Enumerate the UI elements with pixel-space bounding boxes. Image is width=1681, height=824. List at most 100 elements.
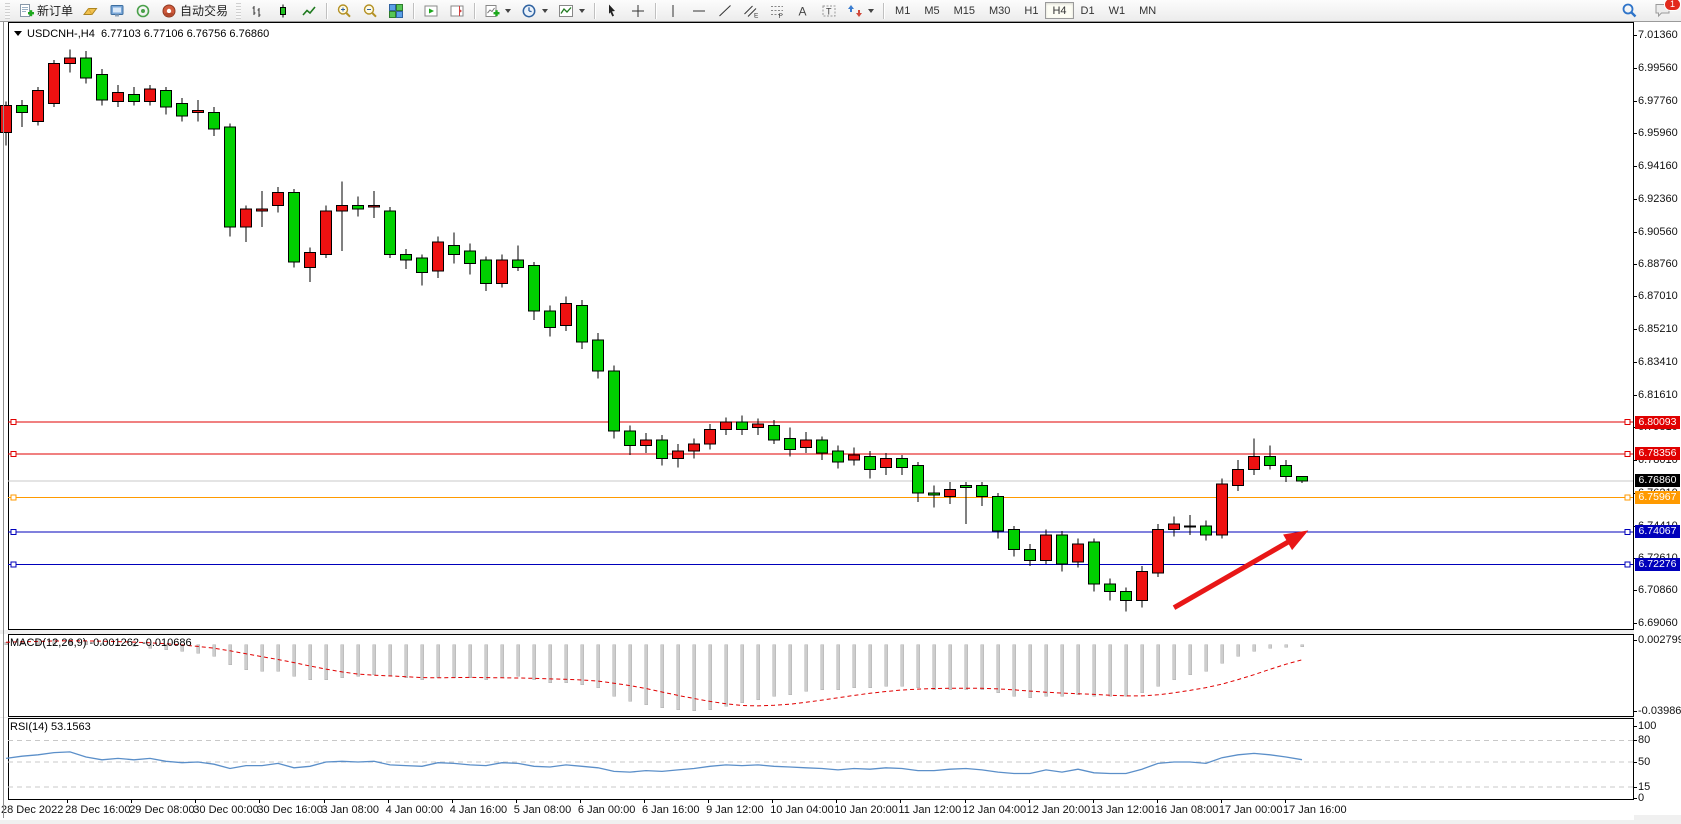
crosshair-tool-button[interactable] — [625, 2, 651, 20]
timeframe-button-w1[interactable]: W1 — [1102, 2, 1133, 19]
line-handle[interactable] — [11, 562, 16, 567]
dropdown-arrow-icon — [579, 9, 585, 13]
y-axis-tick-label: 6.99560 — [1638, 62, 1678, 74]
bar-chart-mode-button[interactable] — [244, 2, 270, 20]
candle-body — [129, 94, 140, 101]
auto-scroll-button[interactable] — [418, 2, 444, 20]
symbol-dropdown-icon[interactable] — [14, 31, 22, 36]
trend-arrow-line[interactable] — [1174, 539, 1293, 607]
price-line-tag[interactable]: 6.75967 — [1635, 491, 1680, 504]
toolbar-grip[interactable] — [236, 3, 241, 19]
price-line-tag[interactable]: 6.72276 — [1635, 558, 1680, 571]
label-tool-button[interactable]: T — [816, 2, 842, 20]
trend-arrow-head[interactable] — [1283, 530, 1308, 550]
candlestick-icon — [275, 3, 291, 19]
timeframe-button-m15[interactable]: M15 — [947, 2, 982, 19]
macd-histogram-bar — [709, 645, 712, 710]
autotrading-button[interactable]: 自动交易 — [156, 2, 233, 20]
line-chart-mode-button[interactable] — [296, 2, 322, 20]
y-axis-tick-label: 7.01360 — [1638, 29, 1678, 41]
timeframe-button-h4[interactable]: H4 — [1045, 2, 1073, 19]
vertical-line-tool-button[interactable] — [660, 2, 686, 20]
y-axis-tick-label: 6.85210 — [1638, 323, 1678, 335]
candle-body — [961, 486, 972, 488]
new-chart-button[interactable] — [479, 2, 516, 20]
fibonacci-tool-button[interactable]: F — [764, 2, 790, 20]
tile-windows-icon — [388, 3, 404, 19]
line-handle[interactable] — [1625, 451, 1630, 456]
templates-button[interactable] — [553, 2, 590, 20]
candle-body — [497, 260, 508, 284]
rsi-indicator-panel[interactable] — [0, 718, 1634, 800]
text-tool-button[interactable]: A — [790, 2, 816, 20]
timeframe-button-mn[interactable]: MN — [1132, 2, 1163, 19]
price-axis[interactable]: 7.013606.995606.977606.959606.941606.923… — [1634, 22, 1681, 815]
vertical-line-icon — [665, 3, 681, 19]
candle-body — [833, 451, 844, 462]
x-axis-tick — [1285, 800, 1286, 803]
main-price-chart[interactable] — [0, 22, 1634, 630]
periods-button[interactable] — [516, 2, 553, 20]
line-handle[interactable] — [1625, 562, 1630, 567]
market-watch-button[interactable] — [78, 2, 104, 20]
candle-body — [1169, 524, 1180, 529]
macd-histogram-bar — [453, 645, 456, 678]
x-axis-tick — [516, 800, 517, 803]
macd-indicator-panel[interactable] — [0, 634, 1634, 717]
candle-body — [401, 255, 412, 260]
timeframe-button-m30[interactable]: M30 — [982, 2, 1017, 19]
candle-body — [305, 253, 316, 268]
shapes-tool-button[interactable] — [842, 2, 879, 20]
macd-histogram-bar — [309, 645, 312, 680]
line-handle[interactable] — [11, 529, 16, 534]
equidistant-channel-icon: E — [743, 3, 759, 19]
x-axis-tick — [772, 800, 773, 803]
terminal-button[interactable] — [104, 2, 130, 20]
price-line-tag[interactable]: 6.78356 — [1635, 447, 1680, 460]
candle-body — [545, 311, 556, 327]
mt4-window: 新订单 自动交易 — [0, 0, 1681, 824]
macd-histogram-bar — [1125, 645, 1128, 697]
time-axis[interactable]: 28 Dec 202228 Dec 16:0029 Dec 08:0030 De… — [0, 800, 1634, 820]
horizontal-line-tool-button[interactable] — [686, 2, 712, 20]
macd-histogram-bar — [965, 645, 968, 690]
zoom-out-button[interactable] — [357, 2, 383, 20]
timeframe-button-h1[interactable]: H1 — [1017, 2, 1045, 19]
new-chart-icon — [484, 3, 500, 19]
macd-histogram-bar — [1173, 645, 1176, 680]
timeframe-button-m1[interactable]: M1 — [888, 2, 917, 19]
chart-shift-button[interactable] — [444, 2, 470, 20]
y-axis-tick-label: 6.70860 — [1638, 584, 1678, 596]
main-toolbar: 新订单 自动交易 — [0, 0, 1681, 22]
timeframe-toolbar: M1M5M15M30H1H4D1W1MN — [888, 2, 1163, 19]
channel-tool-button[interactable]: E — [738, 2, 764, 20]
line-handle[interactable] — [11, 495, 16, 500]
notifications-button[interactable]: 1 — [1649, 1, 1677, 19]
toolbar-grip[interactable] — [5, 3, 10, 19]
price-line-tag[interactable]: 6.74067 — [1635, 525, 1680, 538]
news-button[interactable] — [130, 2, 156, 20]
trendline-tool-button[interactable] — [712, 2, 738, 20]
candle-body — [145, 89, 156, 102]
tile-windows-button[interactable] — [383, 2, 409, 20]
line-handle[interactable] — [11, 420, 16, 425]
macd-histogram-bar — [1237, 645, 1240, 657]
timeframe-button-d1[interactable]: D1 — [1074, 2, 1102, 19]
auto-scroll-icon — [423, 3, 439, 19]
chart-shift-icon — [449, 3, 465, 19]
line-handle[interactable] — [11, 451, 16, 456]
candlestick-mode-button[interactable] — [270, 2, 296, 20]
search-button[interactable] — [1616, 1, 1643, 19]
candle-body — [753, 424, 764, 428]
macd-signal-line — [6, 641, 1302, 706]
price-line-tag[interactable]: 6.80093 — [1635, 416, 1680, 429]
new-order-button[interactable]: 新订单 — [13, 2, 78, 20]
zoom-in-button[interactable] — [331, 2, 357, 20]
line-handle[interactable] — [1625, 420, 1630, 425]
text-label-icon: T — [821, 3, 837, 19]
cursor-tool-button[interactable] — [599, 2, 625, 20]
line-handle[interactable] — [1625, 529, 1630, 534]
line-handle[interactable] — [1625, 495, 1630, 500]
rsi-label: RSI(14) 53.1563 — [10, 721, 91, 733]
timeframe-button-m5[interactable]: M5 — [917, 2, 946, 19]
